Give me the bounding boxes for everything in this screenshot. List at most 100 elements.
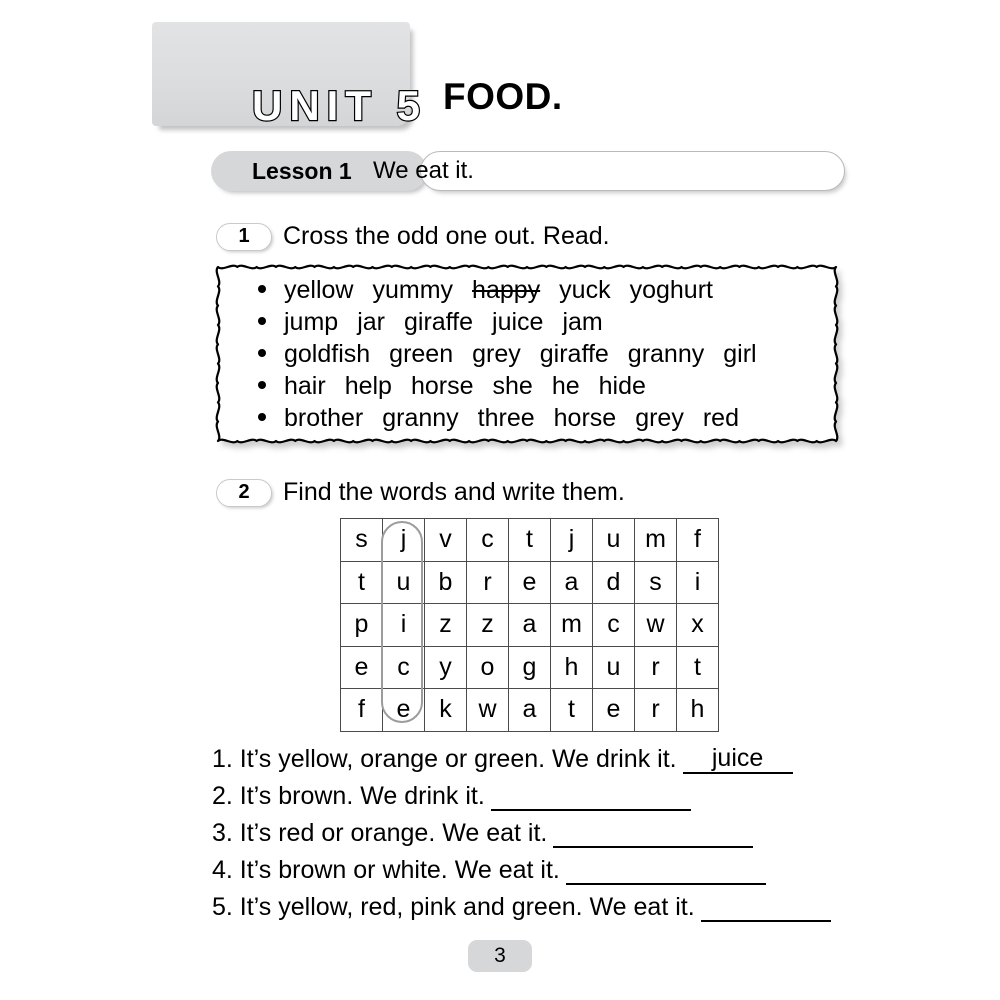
word-list-box: yellow yummy happy yuck yoghurt jump jar giraff…: [212, 261, 842, 447]
word[interactable]: granny: [382, 402, 458, 434]
word-search-cell[interactable]: u: [382, 560, 425, 604]
word-search-cell[interactable]: t: [676, 645, 719, 689]
word-list-row: hair help horse she he hide: [258, 370, 828, 402]
word-search-cell[interactable]: c: [382, 645, 425, 689]
exercise-2-number-badge: 2: [216, 479, 272, 507]
lesson-topic-label: We eat it.: [373, 157, 474, 184]
word[interactable]: hide: [599, 370, 646, 402]
answer-blank[interactable]: [490, 783, 691, 811]
word-search-cell[interactable]: i: [676, 560, 719, 604]
word-list-words: brother granny three horse grey red: [258, 402, 828, 434]
word[interactable]: help: [345, 370, 392, 402]
word[interactable]: three: [478, 402, 535, 434]
word-search-cell[interactable]: j: [382, 518, 425, 562]
word[interactable]: she: [493, 370, 533, 402]
unit-header: UNIT 5: [152, 22, 421, 128]
word[interactable]: horse: [554, 402, 617, 434]
word[interactable]: yuck: [559, 274, 610, 306]
question-row: 3. It’s red or orange. We eat it.: [212, 818, 872, 855]
word-search-cell[interactable]: s: [340, 518, 383, 562]
word-search-cell[interactable]: z: [466, 603, 509, 647]
word[interactable]: jump: [284, 306, 338, 338]
word[interactable]: yummy: [372, 274, 453, 306]
word-search-cell[interactable]: d: [592, 560, 635, 604]
word[interactable]: horse: [411, 370, 474, 402]
exercise-1-number: 1: [238, 225, 250, 247]
word-list-row: brother granny three horse grey red: [258, 402, 828, 434]
word-search-cell[interactable]: u: [592, 518, 635, 562]
word-search-cell[interactable]: u: [592, 645, 635, 689]
word-crossed-out[interactable]: happy: [472, 274, 540, 306]
word[interactable]: granny: [628, 338, 704, 370]
word-search-cell[interactable]: x: [676, 603, 719, 647]
word-search-cell[interactable]: b: [424, 560, 467, 604]
word-search-cell[interactable]: m: [550, 603, 593, 647]
answer-blank[interactable]: juice: [682, 745, 793, 774]
word-search-cell[interactable]: k: [424, 688, 467, 732]
word-search-cell[interactable]: p: [340, 603, 383, 647]
question-row: 4. It’s brown or white. We eat it.: [212, 855, 872, 892]
question-list: 1. It’s yellow, orange or green. We drin…: [212, 744, 872, 929]
word-search-cell[interactable]: t: [550, 688, 593, 732]
word[interactable]: grey: [635, 402, 684, 434]
bullet-icon: [258, 349, 266, 357]
word-list-words: hair help horse she he hide: [258, 370, 828, 402]
word-search-grid[interactable]: sjvctjumftubreadsipizzamcwxecyoghurtfekw…: [340, 518, 719, 732]
word[interactable]: giraffe: [540, 338, 609, 370]
word-search-cell[interactable]: a: [508, 688, 551, 732]
word-search-cell[interactable]: v: [424, 518, 467, 562]
word[interactable]: he: [552, 370, 580, 402]
word-search-cell[interactable]: e: [382, 688, 425, 732]
word[interactable]: grey: [472, 338, 521, 370]
answer-blank[interactable]: [565, 857, 766, 885]
word-search-cell[interactable]: s: [634, 560, 677, 604]
answer-blank[interactable]: [553, 820, 754, 848]
word-search-cell[interactable]: j: [550, 518, 593, 562]
word-search-cell[interactable]: g: [508, 645, 551, 689]
word-list-row: goldfish green grey giraffe granny girl: [258, 338, 828, 370]
word-search-cell[interactable]: f: [676, 518, 719, 562]
word-search-cell[interactable]: t: [508, 518, 551, 562]
word[interactable]: brother: [284, 402, 363, 434]
word-list-row: yellow yummy happy yuck yoghurt: [258, 274, 828, 306]
word-search-cell[interactable]: a: [550, 560, 593, 604]
word-search-cell[interactable]: c: [592, 603, 635, 647]
word-search-cell[interactable]: m: [634, 518, 677, 562]
word[interactable]: red: [703, 402, 739, 434]
word[interactable]: hair: [284, 370, 326, 402]
word[interactable]: giraffe: [404, 306, 473, 338]
word-search-cell[interactable]: r: [634, 645, 677, 689]
word-search-cell[interactable]: t: [340, 560, 383, 604]
word[interactable]: jam: [562, 306, 602, 338]
word-search-row: tubreadsi: [340, 560, 719, 604]
question-row: 5. It’s yellow, red, pink and green. We …: [212, 892, 872, 929]
bullet-icon: [258, 381, 266, 389]
word[interactable]: jar: [357, 306, 385, 338]
answer-blank[interactable]: [700, 894, 831, 922]
question-text: 4. It’s brown or white. We eat it.: [212, 856, 560, 884]
word-search-cell[interactable]: a: [508, 603, 551, 647]
word-search-cell[interactable]: w: [466, 688, 509, 732]
word-search-cell[interactable]: r: [634, 688, 677, 732]
word-list-words: goldfish green grey giraffe granny girl: [258, 338, 828, 370]
word-search-cell[interactable]: h: [676, 688, 719, 732]
question-row: 2. It’s brown. We drink it.: [212, 781, 872, 818]
word-search-cell[interactable]: w: [634, 603, 677, 647]
word[interactable]: goldfish: [284, 338, 370, 370]
word[interactable]: girl: [723, 338, 756, 370]
word-search-cell[interactable]: r: [466, 560, 509, 604]
word-search-cell[interactable]: f: [340, 688, 383, 732]
word-search-cell[interactable]: e: [340, 645, 383, 689]
word[interactable]: yoghurt: [630, 274, 713, 306]
word[interactable]: juice: [492, 306, 543, 338]
word-search-cell[interactable]: h: [550, 645, 593, 689]
word-search-cell[interactable]: z: [424, 603, 467, 647]
word[interactable]: yellow: [284, 274, 353, 306]
word-search-cell[interactable]: i: [382, 603, 425, 647]
word-search-cell[interactable]: e: [592, 688, 635, 732]
word-search-cell[interactable]: c: [466, 518, 509, 562]
word-search-cell[interactable]: e: [508, 560, 551, 604]
word-search-cell[interactable]: o: [466, 645, 509, 689]
word[interactable]: green: [389, 338, 453, 370]
word-search-cell[interactable]: y: [424, 645, 467, 689]
